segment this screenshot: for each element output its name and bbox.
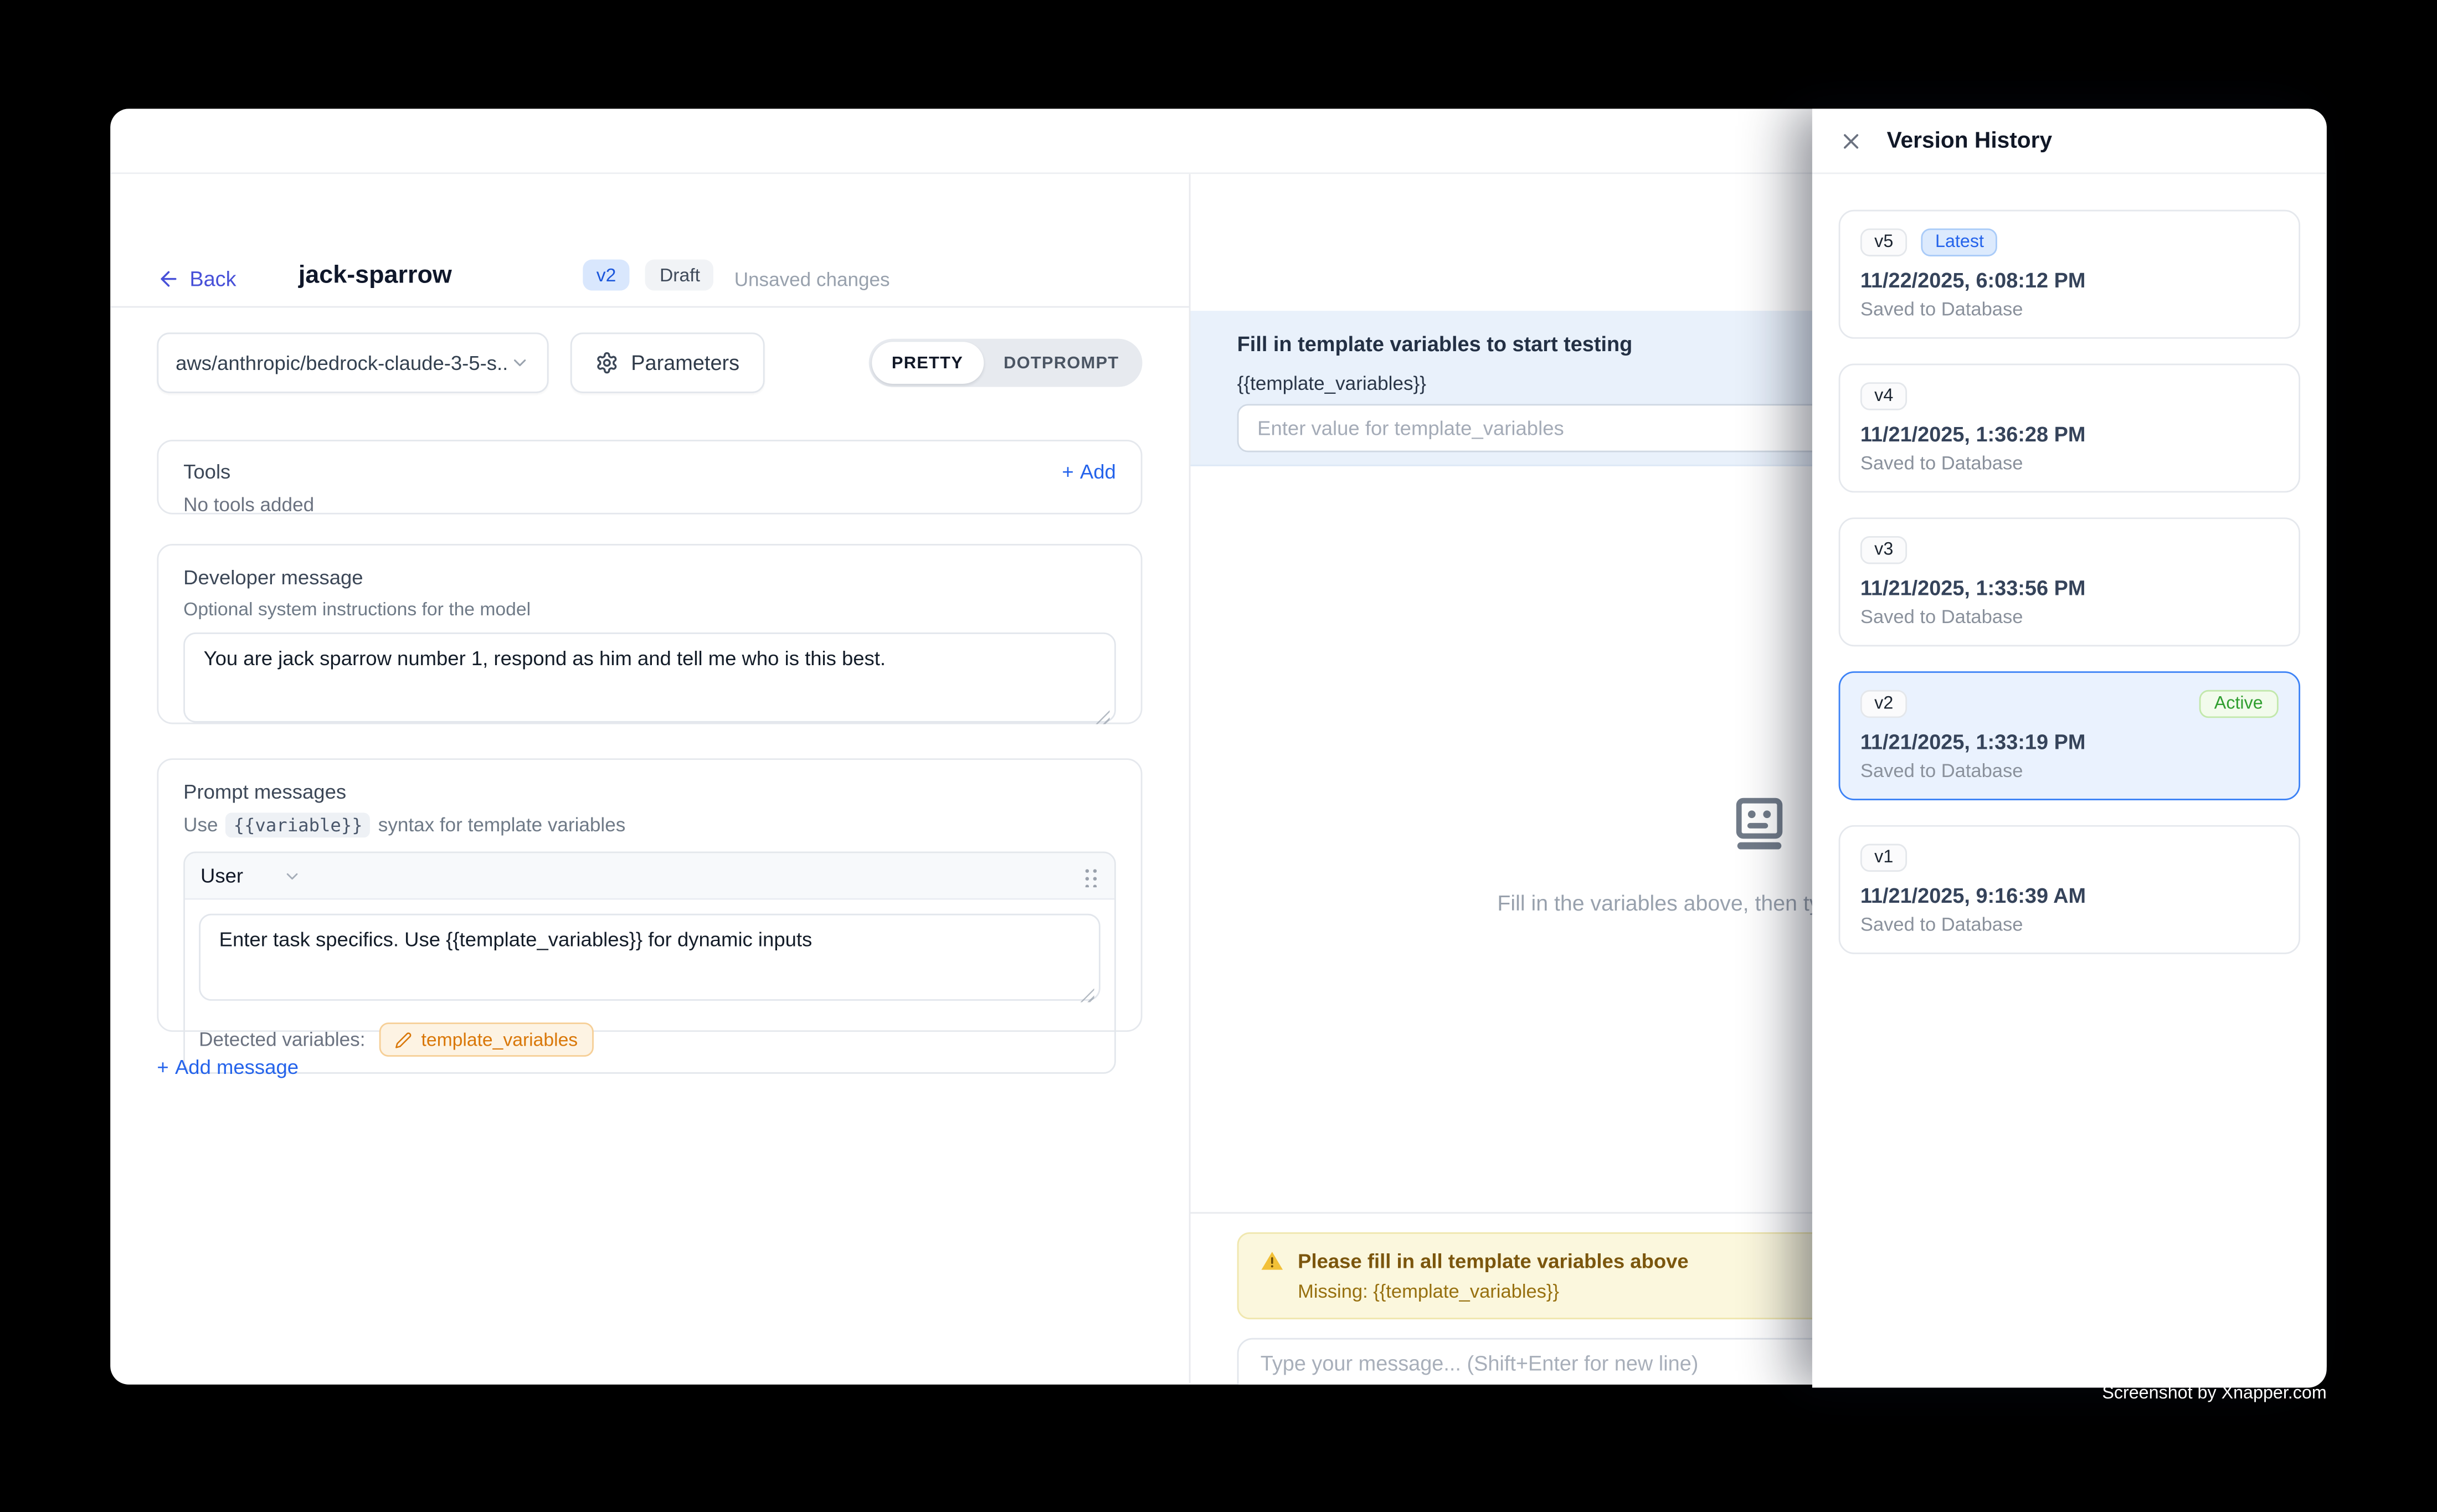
- add-tool-button[interactable]: + Add: [1062, 460, 1115, 484]
- screenshot-frame: Back jack-sparrow v2 Draft Unsaved chang…: [0, 0, 2437, 1512]
- version-timestamp: 11/21/2025, 1:33:19 PM: [1860, 731, 2279, 754]
- prompt-message-textarea[interactable]: Enter task specifics. Use {{template_var…: [199, 914, 1101, 1001]
- plus-icon: +: [157, 1055, 168, 1078]
- template-syntax-hint: Use {{variable}} syntax for template var…: [183, 812, 1116, 837]
- prompt-editor-column: Back jack-sparrow v2 Draft Unsaved chang…: [110, 174, 1190, 1383]
- close-icon[interactable]: [1839, 128, 1864, 153]
- role-value: User: [200, 864, 243, 887]
- back-label: Back: [189, 268, 236, 291]
- message-body: Enter task specifics. Use {{template_var…: [185, 900, 1114, 1072]
- version-timestamp: 11/21/2025, 1:33:56 PM: [1860, 577, 2279, 600]
- detected-variable-chip[interactable]: template_variables: [379, 1022, 593, 1057]
- version-item-v1[interactable]: v1 11/21/2025, 9:16:39 AM Saved to Datab…: [1839, 825, 2300, 954]
- version-note: Saved to Database: [1860, 299, 2279, 320]
- prompt-message-block: User Enter task specifics. Use {{templat…: [183, 852, 1116, 1074]
- status-badge: Draft: [646, 259, 714, 290]
- parameters-label: Parameters: [631, 351, 739, 374]
- version-chip: v1: [1860, 844, 1908, 872]
- version-item-v3[interactable]: v3 11/21/2025, 1:33:56 PM Saved to Datab…: [1839, 517, 2300, 646]
- version-history-header: Version History: [1812, 109, 2327, 174]
- developer-message-subtitle: Optional system instructions for the mod…: [183, 598, 1116, 620]
- version-item-v2-active[interactable]: v2 Active 11/21/2025, 1:33:19 PM Saved t…: [1839, 671, 2300, 800]
- model-selector-value: aws/anthropic/bedrock-claude-3-5-s...: [176, 351, 510, 374]
- arrow-left-icon: [157, 268, 180, 291]
- plus-icon: +: [1062, 460, 1073, 484]
- message-role-header: User: [185, 853, 1114, 899]
- tools-card: Tools + Add No tools added: [157, 440, 1142, 515]
- xnapper-watermark: Screenshot by Xnapper.com: [2102, 1385, 2326, 1403]
- add-message-button[interactable]: + Add message: [157, 1055, 299, 1078]
- model-selector[interactable]: aws/anthropic/bedrock-claude-3-5-s...: [157, 332, 548, 393]
- active-badge: Active: [2199, 690, 2279, 718]
- chevron-down-icon: [284, 866, 302, 885]
- version-note: Saved to Database: [1860, 914, 2279, 935]
- chevron-down-icon: [510, 353, 529, 373]
- version-timestamp: 11/22/2025, 6:08:12 PM: [1860, 269, 2279, 292]
- version-timestamp: 11/21/2025, 9:16:39 AM: [1860, 884, 2279, 907]
- bot-icon: [1726, 793, 1791, 858]
- back-button[interactable]: Back: [157, 268, 236, 291]
- parameters-button[interactable]: Parameters: [570, 332, 764, 393]
- toggle-pretty[interactable]: PRETTY: [871, 342, 983, 384]
- developer-message-textarea[interactable]: You are jack sparrow number 1, respond a…: [183, 632, 1116, 723]
- version-chip: v2: [1860, 690, 1908, 718]
- version-note: Saved to Database: [1860, 760, 2279, 781]
- tools-title: Tools: [183, 460, 230, 484]
- pencil-icon: [395, 1031, 412, 1048]
- version-history-list: v5 Latest 11/22/2025, 6:08:12 PM Saved t…: [1812, 174, 2327, 954]
- toggle-dotprompt[interactable]: DOTPROMPT: [984, 342, 1139, 384]
- format-toggle: PRETTY DOTPROMPT: [868, 339, 1143, 387]
- drag-handle-icon[interactable]: [1083, 865, 1099, 886]
- hint-suffix: syntax for template variables: [378, 814, 625, 836]
- version-chip: v3: [1860, 536, 1908, 564]
- version-item-v4[interactable]: v4 11/21/2025, 1:36:28 PM Saved to Datab…: [1839, 364, 2300, 493]
- version-item-v5[interactable]: v5 Latest 11/22/2025, 6:08:12 PM Saved t…: [1839, 210, 2300, 339]
- version-note: Saved to Database: [1860, 606, 2279, 628]
- editor-header: Back jack-sparrow v2 Draft Unsaved chang…: [110, 174, 1189, 307]
- version-note: Saved to Database: [1860, 452, 2279, 474]
- add-message-label: Add message: [175, 1055, 299, 1078]
- warning-triangle-icon: [1261, 1249, 1284, 1273]
- unsaved-changes-note: Unsaved changes: [734, 269, 890, 290]
- warning-title: Please fill in all template variables ab…: [1298, 1249, 1689, 1273]
- version-badge: v2: [583, 259, 630, 290]
- prompt-messages-card: Prompt messages Use {{variable}} syntax …: [157, 758, 1142, 1032]
- latest-badge: Latest: [1921, 228, 1998, 256]
- version-history-title: Version History: [1887, 128, 2053, 153]
- add-message-row: + Add message: [157, 1053, 1142, 1082]
- developer-message-card: Developer message Optional system instru…: [157, 544, 1142, 724]
- detected-variables-label: Detected variables:: [199, 1028, 365, 1050]
- variable-syntax-chip: {{variable}}: [226, 812, 371, 837]
- page-title: jack-sparrow: [299, 263, 452, 291]
- version-chip: v4: [1860, 382, 1908, 410]
- prompt-messages-title: Prompt messages: [183, 780, 1116, 803]
- model-toolbar: aws/anthropic/bedrock-claude-3-5-s... Pa…: [157, 332, 1142, 393]
- hint-prefix: Use: [183, 814, 218, 836]
- detected-variable-name: template_variables: [421, 1028, 578, 1050]
- developer-message-title: Developer message: [183, 565, 1116, 589]
- add-tool-label: Add: [1080, 460, 1116, 484]
- gear-icon: [595, 351, 619, 374]
- tools-empty-text: No tools added: [183, 494, 1116, 516]
- version-chip: v5: [1860, 228, 1908, 256]
- role-selector[interactable]: User: [200, 864, 302, 887]
- version-timestamp: 11/21/2025, 1:36:28 PM: [1860, 423, 2279, 446]
- version-history-panel: Version History v5 Latest 11/22/2025, 6:…: [1812, 109, 2327, 1387]
